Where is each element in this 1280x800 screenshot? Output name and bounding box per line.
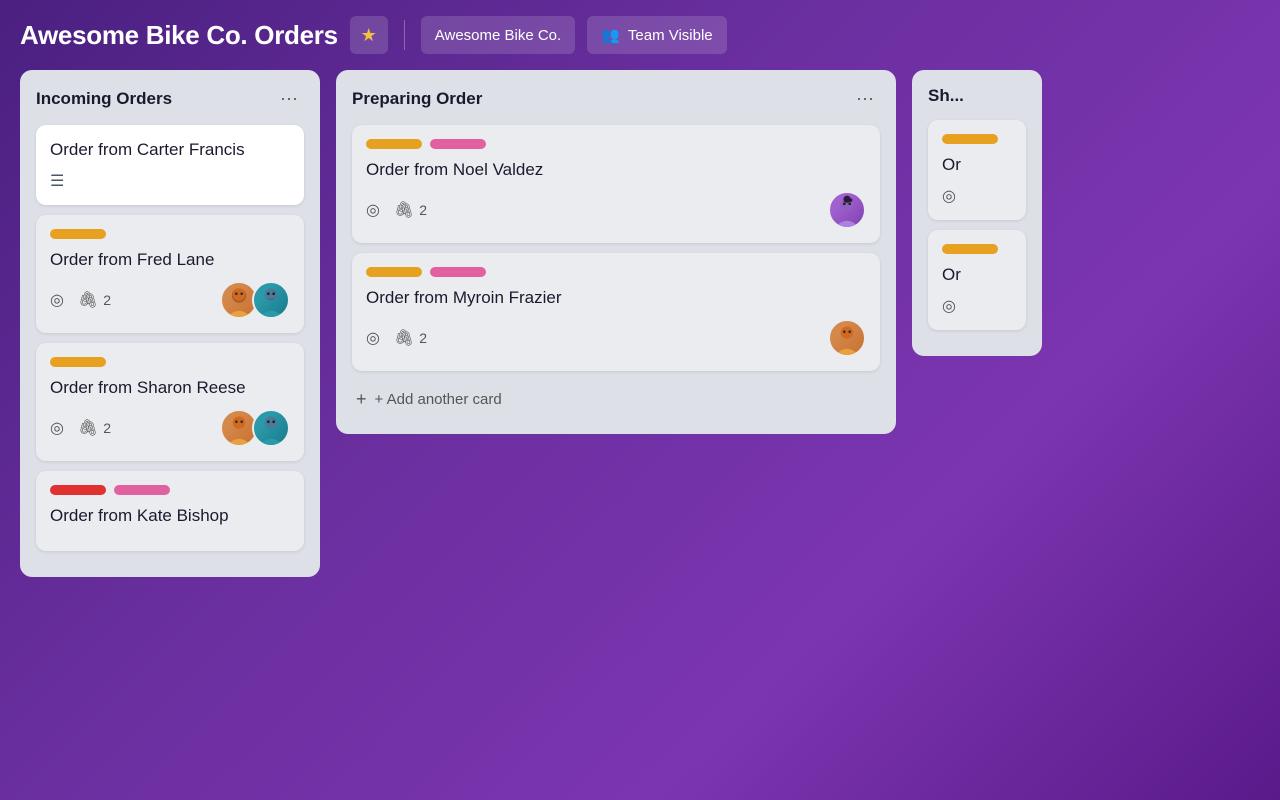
card-footer: ◎ 🖇 2 <box>50 409 290 447</box>
card-myroin-frazier[interactable]: Order from Myroin Frazier ◎ 🖇 2 <box>352 253 880 371</box>
paperclip-icon: 🖇 <box>78 290 98 310</box>
avatar <box>828 319 866 357</box>
column-preparing: Preparing Order ··· Order from Noel Vald… <box>336 70 896 434</box>
paperclip-icon: 🖇 <box>78 418 98 438</box>
card-noel-valdez[interactable]: Order from Noel Valdez ◎ 🖇 2 <box>352 125 880 243</box>
tag-orange <box>942 244 998 254</box>
card-title: Order from Fred Lane <box>50 249 290 271</box>
tag-row <box>366 139 866 149</box>
tag-row <box>50 357 290 367</box>
eye-icon: ◎ <box>942 296 956 316</box>
card-meta: ◎ <box>942 186 1012 206</box>
paperclip-icon: 🖇 <box>394 200 414 220</box>
card-kate-bishop[interactable]: Order from Kate Bishop <box>36 471 304 551</box>
workspace-button[interactable]: Awesome Bike Co. <box>421 16 575 54</box>
eye-icon: ◎ <box>50 290 64 310</box>
tag-row <box>942 244 1012 254</box>
team-label: Team Visible <box>628 27 713 44</box>
description-icon: ☰ <box>50 171 290 191</box>
attachments-meta: 🖇 2 <box>394 328 427 348</box>
avatar <box>828 191 866 229</box>
eye-icon: ◎ <box>942 186 956 206</box>
card-avatars <box>220 281 290 319</box>
eye-icon: ◎ <box>366 328 380 348</box>
team-icon: 👥 <box>601 26 620 44</box>
tag-orange <box>50 357 106 367</box>
card-title: Or <box>942 264 1012 286</box>
views-meta: ◎ <box>50 290 64 310</box>
add-card-plus-icon: + <box>356 389 367 410</box>
tag-pink <box>114 485 170 495</box>
column-header-shipped: Sh... <box>928 86 1026 106</box>
card-meta: ◎ 🖇 2 <box>366 200 427 220</box>
star-button[interactable]: ★ <box>350 16 388 54</box>
avatar <box>252 281 290 319</box>
card-title: Or <box>942 154 1012 176</box>
card-footer: ◎ 🖇 2 <box>366 319 866 357</box>
board: Incoming Orders ··· Order from Carter Fr… <box>0 70 1280 800</box>
card-fred-lane[interactable]: Order from Fred Lane ◎ 🖇 2 <box>36 215 304 333</box>
paperclip-icon: 🖇 <box>394 328 414 348</box>
attachments-meta: 🖇 2 <box>78 418 111 438</box>
add-card-button[interactable]: + + Add another card <box>352 381 880 418</box>
star-icon: ★ <box>361 25 377 46</box>
tag-row <box>942 134 1012 144</box>
card-footer: ◎ 🖇 2 <box>366 191 866 229</box>
tag-orange <box>366 139 422 149</box>
card-meta: ◎ 🖇 2 <box>50 290 111 310</box>
card-title: Order from Sharon Reese <box>50 377 290 399</box>
attachments-count: 2 <box>103 292 111 308</box>
column-title-incoming: Incoming Orders <box>36 89 172 109</box>
attachments-count: 2 <box>419 202 427 218</box>
tag-pink <box>430 267 486 277</box>
card-carter-francis[interactable]: Order from Carter Francis ☰ <box>36 125 304 205</box>
card-avatars <box>220 409 290 447</box>
workspace-label: Awesome Bike Co. <box>435 27 561 44</box>
card-avatars <box>828 319 866 357</box>
views-meta: ◎ <box>50 418 64 438</box>
tag-row <box>366 267 866 277</box>
views-meta: ◎ <box>366 200 380 220</box>
header-divider <box>404 20 405 50</box>
card-title: Order from Myroin Frazier <box>366 287 866 309</box>
team-visibility-button[interactable]: 👥 Team Visible <box>587 16 726 54</box>
card-partial-1[interactable]: Or ◎ <box>928 120 1026 220</box>
card-partial-2[interactable]: Or ◎ <box>928 230 1026 330</box>
column-title-preparing: Preparing Order <box>352 89 482 109</box>
column-title-shipped: Sh... <box>928 86 964 106</box>
tag-orange <box>942 134 998 144</box>
views-meta: ◎ <box>366 328 380 348</box>
column-header-preparing: Preparing Order ··· <box>352 86 880 111</box>
card-meta: ◎ 🖇 2 <box>50 418 111 438</box>
tag-row <box>50 485 290 495</box>
card-title: Order from Noel Valdez <box>366 159 866 181</box>
avatar <box>252 409 290 447</box>
board-title: Awesome Bike Co. Orders <box>20 20 338 51</box>
eye-icon: ◎ <box>366 200 380 220</box>
header: Awesome Bike Co. Orders ★ Awesome Bike C… <box>0 0 1280 70</box>
column-incoming: Incoming Orders ··· Order from Carter Fr… <box>20 70 320 577</box>
card-footer: ◎ 🖇 2 <box>50 281 290 319</box>
card-title: Order from Carter Francis <box>50 139 290 161</box>
attachments-count: 2 <box>419 330 427 346</box>
column-shipped: Sh... Or ◎ Or ◎ <box>912 70 1042 356</box>
attachments-meta: 🖇 2 <box>78 290 111 310</box>
eye-icon: ◎ <box>50 418 64 438</box>
tag-orange <box>366 267 422 277</box>
column-menu-incoming[interactable]: ··· <box>274 86 304 111</box>
attachments-meta: 🖇 2 <box>394 200 427 220</box>
attachments-count: 2 <box>103 420 111 436</box>
card-meta: ◎ 🖇 2 <box>366 328 427 348</box>
card-title: Order from Kate Bishop <box>50 505 290 527</box>
card-meta: ◎ <box>942 296 1012 316</box>
column-header-incoming: Incoming Orders ··· <box>36 86 304 111</box>
tag-row <box>50 229 290 239</box>
tag-orange <box>50 229 106 239</box>
card-avatars <box>828 191 866 229</box>
tag-red <box>50 485 106 495</box>
add-card-label: + Add another card <box>375 391 502 408</box>
column-menu-preparing[interactable]: ··· <box>850 86 880 111</box>
tag-pink <box>430 139 486 149</box>
card-sharon-reese[interactable]: Order from Sharon Reese ◎ 🖇 2 <box>36 343 304 461</box>
